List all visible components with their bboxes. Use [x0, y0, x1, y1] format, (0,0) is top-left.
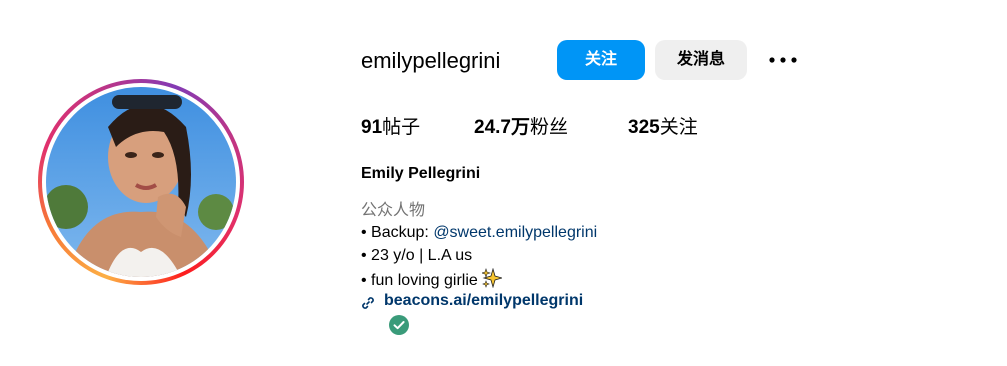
following-stat[interactable]: 325关注: [628, 114, 698, 142]
avatar-story-ring[interactable]: [38, 79, 244, 285]
profile-category: 公众人物: [361, 202, 426, 219]
posts-count: 91: [361, 117, 383, 138]
bio-backup-prefix: • Backup:: [361, 224, 434, 241]
bio-line-backup: • Backup: @sweet.emilypellegrini: [361, 222, 597, 244]
followers-count: 24.7万: [474, 117, 530, 138]
avatar[interactable]: [46, 87, 236, 277]
bio-line-age: • 23 y/o | L.A us: [361, 247, 473, 264]
sparkles-icon: [481, 267, 504, 289]
link-icon: [361, 294, 375, 309]
more-options-icon[interactable]: [767, 48, 799, 72]
posts-label: 帖子: [382, 117, 421, 138]
external-link-text[interactable]: beacons.ai/emilypellegrini: [384, 289, 583, 313]
avatar-photo: [46, 87, 236, 277]
backup-mention-link[interactable]: @sweet.emilypellegrini: [433, 224, 597, 241]
follow-button[interactable]: 关注: [557, 40, 645, 80]
profile-username: emilypellegrini: [361, 48, 501, 73]
verified-check-icon: [389, 315, 409, 335]
following-label: 关注: [659, 117, 698, 138]
profile-full-name: Emily Pellegrini: [361, 165, 481, 182]
followers-stat[interactable]: 24.7万粉丝: [474, 114, 568, 142]
following-count: 325: [628, 117, 660, 138]
message-button[interactable]: 发消息: [655, 40, 747, 80]
followers-label: 粉丝: [529, 117, 568, 138]
posts-stat: 91帖子: [361, 114, 420, 142]
bio-fun-text: • fun loving girlie: [361, 272, 478, 289]
